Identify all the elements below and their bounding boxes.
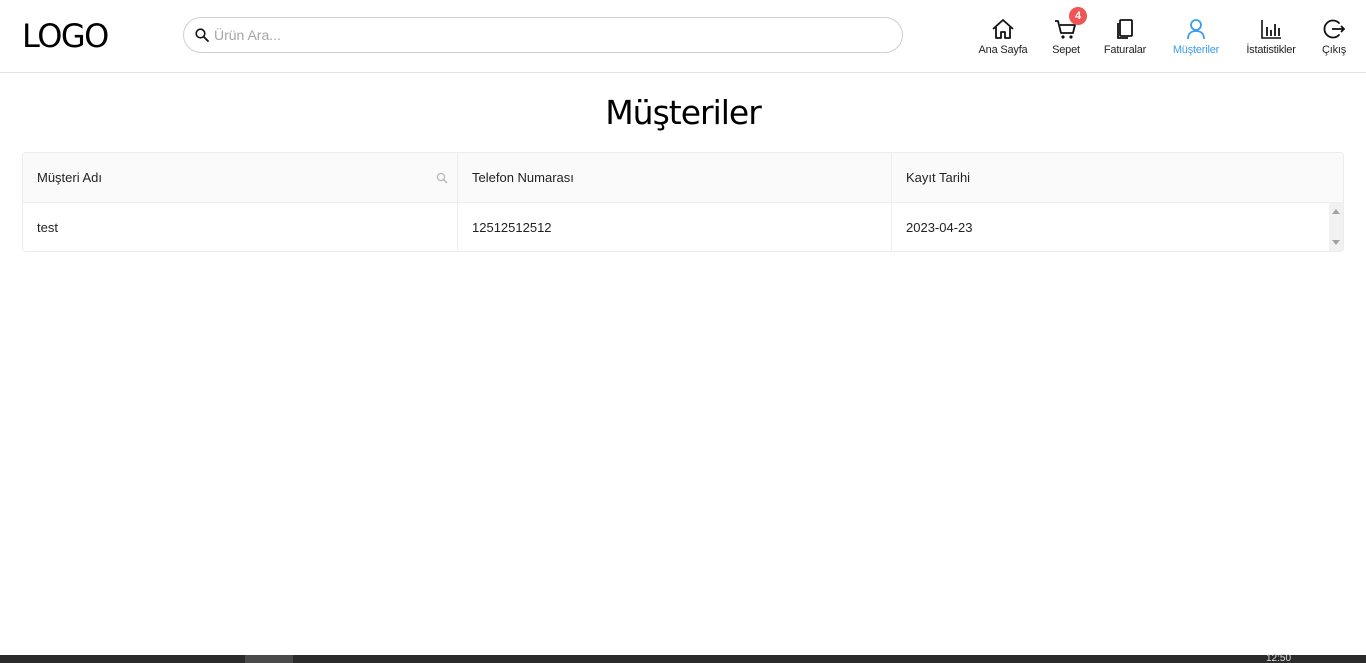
table-header: Müşteri Adı Telefon Numarası Kayıt Tarih… <box>23 153 1343 203</box>
customers-table: Müşteri Adı Telefon Numarası Kayıt Tarih… <box>22 152 1344 252</box>
user-icon <box>1185 14 1207 40</box>
column-header-registration-date[interactable]: Kayıt Tarihi <box>892 153 1343 202</box>
home-icon <box>991 14 1015 40</box>
column-header-label: Kayıt Tarihi <box>906 170 971 185</box>
top-header: LOGO Ana Sayfa 4 Sepet Faturalar <box>0 0 1366 73</box>
search-bar[interactable] <box>183 17 903 53</box>
nav-label: Sepet <box>1052 44 1080 56</box>
search-icon <box>194 27 210 43</box>
nav-label: İstatistikler <box>1246 44 1296 56</box>
page-title: Müşteriler <box>605 93 762 132</box>
nav-item-ana-sayfa[interactable]: Ana Sayfa <box>978 14 1028 58</box>
scroll-down-arrow-icon[interactable] <box>1332 240 1340 245</box>
taskbar-clock: 12:50 <box>1266 653 1292 663</box>
nav-label: Çıkış <box>1321 44 1347 56</box>
nav-item-faturalar[interactable]: Faturalar <box>1101 14 1149 58</box>
column-header-phone[interactable]: Telefon Numarası <box>458 153 892 202</box>
cart-count-badge: 4 <box>1069 7 1087 25</box>
os-taskbar: 12:50 <box>0 653 1366 663</box>
logo[interactable]: LOGO <box>22 16 109 56</box>
nav-item-cikis[interactable]: Çıkış <box>1318 14 1350 58</box>
search-input[interactable] <box>214 20 894 50</box>
column-search-icon[interactable] <box>436 172 448 184</box>
column-header-customer-name[interactable]: Müşteri Adı <box>23 153 458 202</box>
nav-label: Ana Sayfa <box>978 44 1028 56</box>
cell-customer-name: test <box>37 219 58 235</box>
table-scrollbar[interactable] <box>1329 203 1343 251</box>
scroll-up-arrow-icon[interactable] <box>1332 209 1340 214</box>
taskbar-active-app[interactable] <box>245 655 293 663</box>
nav-label: Müşteriler <box>1172 44 1220 56</box>
bar-chart-icon <box>1260 14 1282 40</box>
cell-phone: 12512512512 <box>472 219 552 235</box>
nav-item-istatistikler[interactable]: İstatistikler <box>1241 14 1301 58</box>
nav-item-musteriler[interactable]: Müşteriler <box>1169 14 1223 58</box>
invoices-icon <box>1114 14 1136 40</box>
logout-icon <box>1322 14 1346 40</box>
cell-registration-date: 2023-04-23 <box>906 219 973 235</box>
column-header-label: Telefon Numarası <box>472 170 574 185</box>
nav-item-sepet[interactable]: 4 Sepet <box>1049 7 1087 58</box>
nav-label: Faturalar <box>1103 44 1147 56</box>
table-row[interactable]: test 12512512512 2023-04-23 <box>23 203 1343 251</box>
column-header-label: Müşteri Adı <box>37 170 103 185</box>
